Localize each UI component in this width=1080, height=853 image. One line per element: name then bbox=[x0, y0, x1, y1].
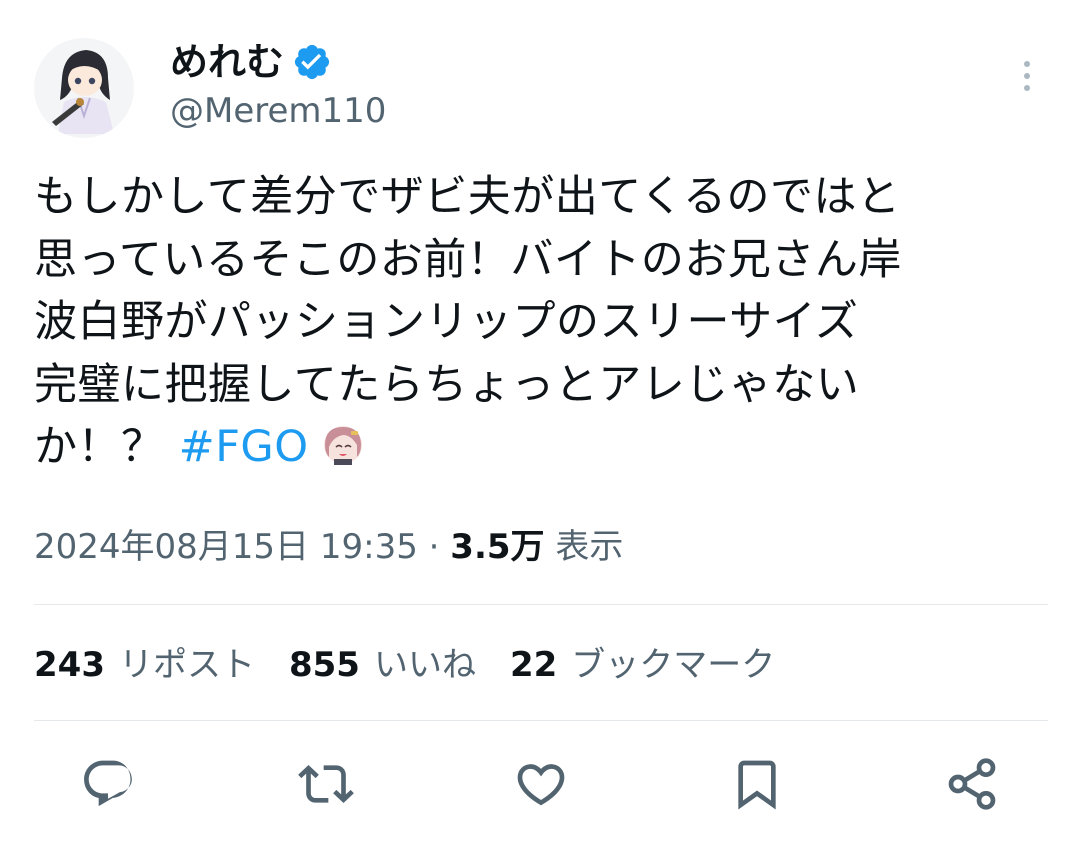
share-icon bbox=[948, 758, 996, 810]
divider bbox=[34, 720, 1048, 721]
verified-badge-icon bbox=[292, 42, 332, 82]
reposts-label: リポスト bbox=[118, 645, 255, 685]
likes-count: 855 bbox=[288, 645, 360, 685]
tweet-meta: 2024年08月15日 19:35 · 3.5万 表示 bbox=[34, 522, 623, 572]
bookmarks-count: 22 bbox=[509, 645, 558, 685]
author-handle[interactable]: @Merem110 bbox=[170, 88, 386, 134]
reply-button[interactable] bbox=[80, 756, 136, 812]
likes-stat[interactable]: 855 いいね bbox=[289, 640, 476, 690]
reposts-count: 243 bbox=[34, 645, 105, 685]
tweet-line: 思っているそこのお前！バイトのお兄さん岸 bbox=[34, 234, 902, 285]
bookmarks-stat[interactable]: 22 ブックマーク bbox=[510, 640, 775, 690]
tweet-line: 完璧に把握してたらちょっとアレじゃない bbox=[34, 359, 860, 410]
tweet-line-text: か！？ bbox=[34, 422, 179, 472]
heart-icon bbox=[517, 764, 565, 806]
tweet-line: 波白野がパッションリップのスリーサイズ bbox=[34, 297, 859, 347]
meta-separator: · bbox=[428, 527, 440, 567]
tweet-timestamp[interactable]: 2024年08月15日 19:35 bbox=[34, 527, 418, 567]
retweet-icon bbox=[298, 765, 354, 803]
bookmark-button[interactable] bbox=[729, 756, 785, 812]
share-button[interactable] bbox=[944, 756, 1000, 812]
reply-icon bbox=[84, 760, 132, 807]
divider bbox=[34, 604, 1048, 605]
author-display-name[interactable]: めれむ bbox=[170, 38, 332, 86]
retweet-button[interactable] bbox=[298, 756, 354, 812]
tweet-last-line: か！？ #FGO bbox=[34, 416, 1044, 479]
tweet-line: もしかして差分でザビ夫が出てくるのではと bbox=[34, 172, 901, 222]
engagement-stats: 243 リポスト 855 いいね 22 ブックマーク bbox=[34, 640, 775, 690]
likes-label: いいね bbox=[373, 645, 476, 685]
tweet-detail: めれむ @Merem110 もしかして差分でザビ夫が出てくるのではと 思っている… bbox=[0, 0, 1080, 853]
author-avatar[interactable] bbox=[34, 38, 134, 138]
reposts-stat[interactable]: 243 リポスト bbox=[34, 640, 255, 690]
action-bar bbox=[0, 756, 1080, 816]
tweet-text: もしかして差分でザビ夫が出てくるのではと 思っているそこのお前！バイトのお兄さん… bbox=[34, 166, 1044, 479]
hashtag-link[interactable]: #FGO bbox=[179, 422, 309, 472]
like-button[interactable] bbox=[513, 756, 569, 812]
views-label: 表示 bbox=[555, 527, 624, 567]
bookmark-icon bbox=[738, 760, 776, 810]
bookmarks-label: ブックマーク bbox=[571, 645, 776, 685]
display-name-text: めれむ bbox=[170, 40, 285, 84]
views-count: 3.5万 bbox=[450, 527, 545, 567]
character-face-emoji bbox=[321, 422, 365, 466]
more-vertical-icon[interactable] bbox=[1012, 56, 1042, 96]
avatar-image bbox=[34, 38, 134, 138]
